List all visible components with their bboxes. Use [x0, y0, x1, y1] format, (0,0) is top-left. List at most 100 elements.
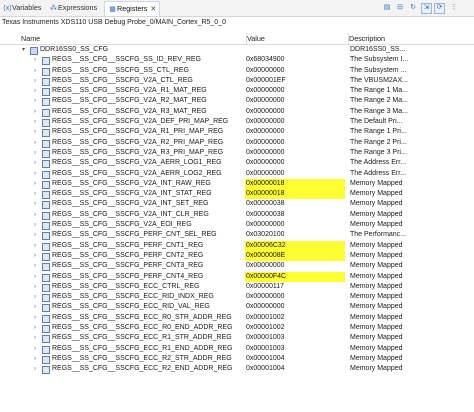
- chevron-right-icon[interactable]: ›: [34, 96, 36, 106]
- register-row[interactable]: › REGS__SS_CFG__SSCFG_V2A_INT_STAT_REG 0x0…: [0, 189, 474, 200]
- register-value[interactable]: 0x00000F4C: [245, 271, 345, 282]
- view-menu-icon[interactable]: ⋮: [449, 3, 459, 13]
- register-value[interactable]: 0x00000000: [245, 86, 345, 96]
- register-value[interactable]: 0x00000038: [245, 210, 345, 220]
- chevron-right-icon[interactable]: ›: [34, 354, 36, 364]
- chevron-down-icon[interactable]: ▾: [22, 45, 25, 55]
- register-value[interactable]: 0x00000000: [245, 138, 345, 148]
- register-row[interactable]: › REGS__SS_CFG__SSCFG_PERF_CNT3_REG 0x0000…: [0, 261, 474, 272]
- chevron-right-icon[interactable]: ›: [34, 189, 36, 199]
- chevron-right-icon[interactable]: ›: [34, 199, 36, 209]
- register-row[interactable]: › REGS__SS_CFG__SSCFG_V2A_EOI_REG 0x000000…: [0, 220, 474, 231]
- chevron-right-icon[interactable]: ›: [34, 282, 36, 292]
- register-value[interactable]: 0x00000117: [245, 282, 345, 292]
- chevron-right-icon[interactable]: ›: [34, 86, 36, 96]
- new-register-group-icon[interactable]: ▤: [382, 3, 392, 13]
- collapse-all-icon[interactable]: ⊟: [395, 3, 405, 13]
- register-row[interactable]: › REGS__SS_CFG__SSCFG_V2A_AERR_LOG1_REG 0x…: [0, 158, 474, 169]
- chevron-right-icon[interactable]: ›: [34, 169, 36, 179]
- register-value[interactable]: 0x0000008E: [245, 250, 345, 262]
- chevron-right-icon[interactable]: ›: [34, 210, 36, 220]
- register-row[interactable]: › REGS__SS_CFG__SSCFG_V2A_R1_PRI_MAP_REG 0…: [0, 127, 474, 138]
- register-value[interactable]: 0x68034900: [245, 55, 345, 65]
- chevron-right-icon[interactable]: ›: [34, 241, 36, 251]
- register-row[interactable]: › REGS__SS_CFG__SSCFG_PERF_CNT2_REG 0x0000…: [0, 250, 474, 262]
- description-column-header[interactable]: Description: [346, 33, 474, 44]
- register-row[interactable]: › REGS__SS_CFG__SSCFG_SS_CTL_REG 0x0000000…: [0, 66, 474, 76]
- register-row[interactable]: › REGS__SS_CFG__SSCFG_V2A_CTL_REG 0x000001…: [0, 76, 474, 86]
- register-row[interactable]: › REGS__SS_CFG__SSCFG_ECC_R1_STR_ADDR_REG…: [0, 333, 474, 344]
- chevron-right-icon[interactable]: ›: [34, 364, 36, 374]
- chevron-right-icon[interactable]: ›: [34, 55, 36, 65]
- register-value[interactable]: 0x00001003: [245, 333, 345, 343]
- register-value[interactable]: 0x00000000: [245, 148, 345, 158]
- chevron-right-icon[interactable]: ›: [34, 302, 36, 312]
- name-column-header[interactable]: Name: [18, 33, 247, 44]
- tab-expressions[interactable]: ⁂Expressions: [46, 1, 100, 15]
- register-value[interactable]: 0x00001002: [245, 313, 345, 323]
- chevron-right-icon[interactable]: ›: [34, 107, 36, 117]
- register-row[interactable]: › REGS__SS_CFG__SSCFG_PERF_CNT1_REG 0x0000…: [0, 240, 474, 251]
- register-value[interactable]: 0x000001EF: [245, 76, 345, 86]
- register-group-row[interactable]: ▾ DDR16SS0_SS_CFG DDR16SS0_SS...: [0, 45, 474, 55]
- register-value[interactable]: 0x00000018: [245, 178, 345, 190]
- register-value[interactable]: 0x00000000: [245, 127, 345, 137]
- chevron-right-icon[interactable]: ›: [34, 344, 36, 354]
- chevron-right-icon[interactable]: ›: [34, 230, 36, 240]
- register-row[interactable]: › REGS__SS_CFG__SSCFG_V2A_AERR_LOG2_REG 0x…: [0, 169, 474, 179]
- register-value[interactable]: 0x00000000: [245, 96, 345, 106]
- register-row[interactable]: › REGS__SS_CFG__SSCFG_V2A_R3_PRI_MAP_REG 0…: [0, 148, 474, 158]
- register-row[interactable]: › REGS__SS_CFG__SSCFG_ECC_R0_STR_ADDR_REG…: [0, 313, 474, 323]
- chevron-right-icon[interactable]: ›: [34, 292, 36, 302]
- continuous-refresh-icon[interactable]: ⟳: [434, 3, 445, 14]
- register-row[interactable]: › REGS__SS_CFG__SSCFG_SS_ID_REV_REG 0x6803…: [0, 55, 474, 66]
- register-value[interactable]: 0x03020100: [245, 230, 345, 240]
- chevron-right-icon[interactable]: ›: [34, 66, 36, 76]
- close-icon[interactable]: ✕: [150, 6, 156, 13]
- register-value[interactable]: 0x00000000: [245, 117, 345, 127]
- chevron-right-icon[interactable]: ›: [34, 138, 36, 148]
- chevron-right-icon[interactable]: ›: [34, 272, 36, 282]
- chevron-right-icon[interactable]: ›: [34, 261, 36, 271]
- register-value[interactable]: 0x00001003: [245, 344, 345, 354]
- register-value[interactable]: 0x00000000: [245, 261, 345, 271]
- show-all-icon[interactable]: ⇲: [421, 3, 432, 14]
- chevron-right-icon[interactable]: ›: [34, 76, 36, 86]
- register-value[interactable]: 0x00000000: [245, 158, 345, 168]
- register-row[interactable]: › REGS__SS_CFG__SSCFG_ECC_R0_END_ADDR_REG…: [0, 323, 474, 334]
- register-value[interactable]: 0x00000038: [245, 199, 345, 209]
- register-row[interactable]: › REGS__SS_CFG__SSCFG_V2A_R2_PRI_MAP_REG 0…: [0, 138, 474, 148]
- register-row[interactable]: › REGS__SS_CFG__SSCFG_PERF_CNT_SEL_REG 0x0…: [0, 230, 474, 241]
- register-value[interactable]: 0x00001004: [245, 364, 345, 374]
- chevron-right-icon[interactable]: ›: [34, 251, 36, 261]
- register-value[interactable]: 0x00006C32: [245, 240, 345, 251]
- chevron-right-icon[interactable]: ›: [34, 158, 36, 168]
- register-value[interactable]: 0x00000000: [245, 302, 345, 312]
- value-column-header[interactable]: Value: [244, 33, 349, 44]
- register-row[interactable]: › REGS__SS_CFG__SSCFG_ECC_RID_INDX_REG 0x0…: [0, 292, 474, 303]
- chevron-right-icon[interactable]: ›: [34, 323, 36, 333]
- register-row[interactable]: › REGS__SS_CFG__SSCFG_ECC_R2_END_ADDR_REG…: [0, 364, 474, 375]
- chevron-right-icon[interactable]: ›: [34, 220, 36, 230]
- register-value[interactable]: 0x00000000: [245, 107, 345, 117]
- register-row[interactable]: › REGS__SS_CFG__SSCFG_V2A_INT_CLR_REG 0x00…: [0, 210, 474, 220]
- register-row[interactable]: › REGS__SS_CFG__SSCFG_V2A_INT_SET_REG 0x00…: [0, 199, 474, 210]
- tab-variables[interactable]: (x)Variables: [0, 1, 44, 15]
- register-row[interactable]: › REGS__SS_CFG__SSCFG_ECC_RID_VAL_REG 0x00…: [0, 302, 474, 313]
- register-row[interactable]: › REGS__SS_CFG__SSCFG_ECC_R2_STR_ADDR_REG…: [0, 354, 474, 364]
- register-row[interactable]: › REGS__SS_CFG__SSCFG_V2A_R3_MAT_REG 0x000…: [0, 107, 474, 117]
- chevron-right-icon[interactable]: ›: [34, 127, 36, 137]
- register-row[interactable]: › REGS__SS_CFG__SSCFG_V2A_INT_RAW_REG 0x00…: [0, 178, 474, 190]
- register-value[interactable]: 0x00000000: [245, 292, 345, 302]
- chevron-right-icon[interactable]: ›: [34, 313, 36, 323]
- chevron-right-icon[interactable]: ›: [34, 333, 36, 343]
- register-value[interactable]: 0x00000018: [245, 189, 345, 200]
- register-row[interactable]: › REGS__SS_CFG__SSCFG_ECC_CTRL_REG 0x00000…: [0, 282, 474, 292]
- chevron-right-icon[interactable]: ›: [34, 148, 36, 158]
- register-value[interactable]: 0x00001004: [245, 354, 345, 364]
- register-row[interactable]: › REGS__SS_CFG__SSCFG_V2A_R1_MAT_REG 0x000…: [0, 86, 474, 97]
- register-row[interactable]: › REGS__SS_CFG__SSCFG_PERF_CNT4_REG 0x0000…: [0, 271, 474, 282]
- register-value[interactable]: 0x00000000: [245, 169, 345, 179]
- refresh-icon[interactable]: ↻: [408, 3, 418, 13]
- register-value[interactable]: 0x00001002: [245, 323, 345, 333]
